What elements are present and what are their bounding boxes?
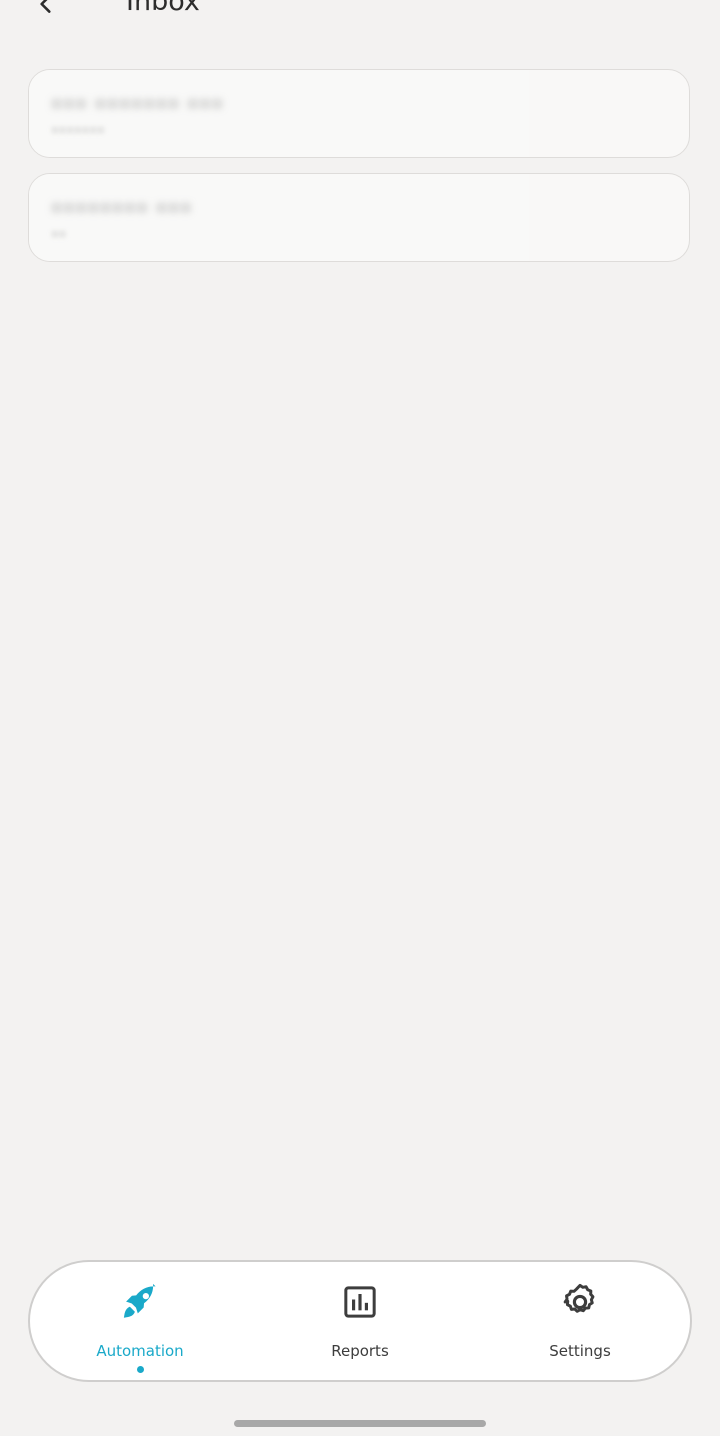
nav-label-automation: Automation xyxy=(96,1342,184,1360)
inbox-card-subtitle: ••••••• xyxy=(51,124,105,139)
nav-label-settings: Settings xyxy=(549,1342,611,1360)
inbox-card-subtitle: •• xyxy=(51,228,67,243)
inbox-card[interactable]: •••••••• ••• •• xyxy=(28,173,690,262)
bottom-navigation: Automation Reports Settings xyxy=(28,1260,692,1382)
rocket-icon xyxy=(118,1280,162,1324)
bar-chart-icon xyxy=(338,1280,382,1324)
app-screen: Inbox ••• ••••••• ••• ••••••• •••••••• •… xyxy=(0,0,720,1436)
nav-item-settings[interactable]: Settings xyxy=(470,1262,690,1380)
nav-label-reports: Reports xyxy=(331,1342,389,1360)
app-header: Inbox xyxy=(0,0,720,28)
chevron-left-icon xyxy=(40,0,51,13)
back-button[interactable] xyxy=(26,0,66,24)
inbox-list: ••• ••••••• ••• ••••••• •••••••• ••• •• xyxy=(28,69,692,277)
nav-item-automation[interactable]: Automation xyxy=(30,1262,250,1380)
inbox-card-title: •••••••• ••• xyxy=(51,198,193,220)
inbox-card-title: ••• ••••••• ••• xyxy=(51,94,224,116)
home-indicator-bar[interactable] xyxy=(234,1420,486,1427)
active-indicator-dot xyxy=(136,1366,144,1373)
nav-item-reports[interactable]: Reports xyxy=(250,1262,470,1380)
inbox-card[interactable]: ••• ••••••• ••• ••••••• xyxy=(28,69,690,158)
gear-icon xyxy=(558,1280,602,1324)
page-title: Inbox xyxy=(126,0,200,17)
